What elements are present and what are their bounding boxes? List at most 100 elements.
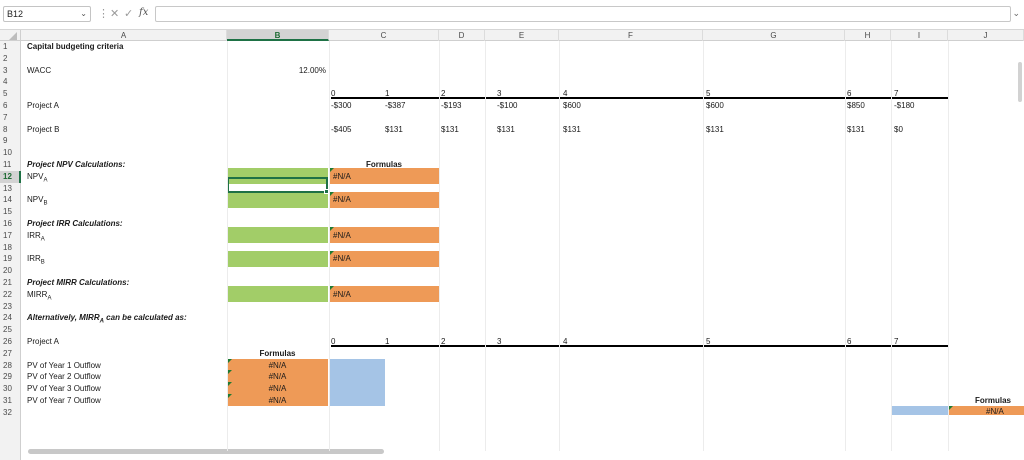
select-all-icon <box>9 32 17 40</box>
row-header-19[interactable]: 19 <box>0 253 21 265</box>
pv-formula-value-2: #N/A <box>268 372 287 382</box>
row-header-5[interactable]: 5 <box>0 88 21 100</box>
project-a-cashflow-0[interactable]: -$300 <box>331 100 351 111</box>
project-a-cashflow-5[interactable]: $600 <box>706 100 724 111</box>
column-gridline <box>485 41 486 451</box>
alt-mirr-suffix: can be calculated as: <box>103 313 187 323</box>
project-a-label: Project A <box>27 101 60 110</box>
column-header-j[interactable]: J <box>948 30 1024 41</box>
pv-label-1: PV of Year 1 Outflow <box>27 360 101 370</box>
column-header-b[interactable]: B <box>227 30 329 41</box>
row-header-18[interactable]: 18 <box>0 242 21 254</box>
project-a-cashflow-6[interactable]: $850 <box>847 100 865 111</box>
input-cell-b22[interactable] <box>227 286 328 303</box>
row-header-20[interactable]: 20 <box>0 265 21 277</box>
row-header-28[interactable]: 28 <box>0 360 21 372</box>
period-header-2-0[interactable]: 0 <box>331 336 385 347</box>
row-header-7[interactable]: 7 <box>0 112 21 124</box>
project-b-cashflow-3[interactable]: $131 <box>497 124 515 135</box>
period-header-7[interactable]: 7 <box>894 88 948 100</box>
column-gridline <box>227 41 228 451</box>
project-b-cashflow-6[interactable]: $131 <box>847 124 865 135</box>
period-header-0[interactable]: 0 <box>331 88 385 100</box>
row-header-23[interactable]: 23 <box>0 301 21 313</box>
input-cell-b19[interactable] <box>227 250 328 267</box>
project-b-cashflow-0[interactable]: -$405 <box>331 124 351 135</box>
project-a-cashflow-3[interactable]: -$100 <box>497 100 517 111</box>
select-all-corner[interactable] <box>0 30 21 41</box>
period-header-6[interactable]: 6 <box>847 88 894 100</box>
horizontal-scrollbar[interactable] <box>28 449 384 454</box>
project-a-cashflow-7[interactable]: -$180 <box>894 100 914 111</box>
period-header-2-1[interactable]: 1 <box>385 336 441 347</box>
project-b-cashflow-2[interactable]: $131 <box>441 124 459 135</box>
row-header-15[interactable]: 15 <box>0 206 21 218</box>
project-a-cashflow-2[interactable]: -$193 <box>441 100 461 111</box>
column-header-h[interactable]: H <box>845 30 891 41</box>
row-header-14[interactable]: 14 <box>0 194 21 206</box>
row-header-16[interactable]: 16 <box>0 218 21 230</box>
input-cell-b14[interactable] <box>227 191 328 208</box>
period-header-2-5[interactable]: 5 <box>706 336 847 347</box>
row-header-8[interactable]: 8 <box>0 124 21 136</box>
period-header-2-6[interactable]: 6 <box>847 336 894 347</box>
row-header-26[interactable]: 26 <box>0 336 21 348</box>
period-header-2-3[interactable]: 3 <box>497 336 563 347</box>
column-header-d[interactable]: D <box>439 30 485 41</box>
period-header-2[interactable]: 2 <box>441 88 497 100</box>
pv-formula-value-1: #N/A <box>268 360 287 370</box>
period-header-2-4[interactable]: 4 <box>563 336 706 347</box>
project-b-cashflow-7[interactable]: $0 <box>894 124 903 135</box>
row-header-2[interactable]: 2 <box>0 53 21 65</box>
wacc-value[interactable]: 12.00% <box>227 65 326 76</box>
row-header-22[interactable]: 22 <box>0 289 21 301</box>
row-header-3[interactable]: 3 <box>0 65 21 77</box>
row-header-1[interactable]: 1 <box>0 41 21 53</box>
row-header-9[interactable]: 9 <box>0 135 21 147</box>
row-header-27[interactable]: 27 <box>0 348 21 360</box>
row-header-24[interactable]: 24 <box>0 312 21 324</box>
formula-value-c12: #N/A <box>333 171 351 181</box>
irr-a-label: IRRA <box>27 230 45 243</box>
row-header-32[interactable]: 32 <box>0 407 21 419</box>
column-header-c[interactable]: C <box>329 30 439 41</box>
column-header-g[interactable]: G <box>703 30 845 41</box>
row-header-13[interactable]: 13 <box>0 183 21 195</box>
row-header-4[interactable]: 4 <box>0 76 21 88</box>
project-a-cashflow-1[interactable]: -$387 <box>385 100 405 111</box>
row-header-21[interactable]: 21 <box>0 277 21 289</box>
formula-value-c17: #N/A <box>333 230 351 240</box>
row-header-10[interactable]: 10 <box>0 147 21 159</box>
vertical-scrollbar[interactable] <box>1018 62 1022 102</box>
project-b-cashflow-1[interactable]: $131 <box>385 124 403 135</box>
project-b-cashflow-5[interactable]: $131 <box>706 124 724 135</box>
column-gridline <box>329 41 330 451</box>
output-cell-i32[interactable] <box>891 405 948 415</box>
irr-b-label-subscript: B <box>40 259 45 266</box>
period-header-1[interactable]: 1 <box>385 88 441 100</box>
period-header-4[interactable]: 4 <box>563 88 706 100</box>
column-header-a[interactable]: A <box>21 30 227 41</box>
period-header-2-2[interactable]: 2 <box>441 336 497 347</box>
column-header-i[interactable]: I <box>891 30 948 41</box>
column-header-e[interactable]: E <box>485 30 559 41</box>
column-gridline <box>703 41 704 451</box>
row-header-17[interactable]: 17 <box>0 230 21 242</box>
row-header-29[interactable]: 29 <box>0 371 21 383</box>
row-header-25[interactable]: 25 <box>0 324 21 336</box>
period-header-5[interactable]: 5 <box>706 88 847 100</box>
row-header-11[interactable]: 11 <box>0 159 21 171</box>
row-header-31[interactable]: 31 <box>0 395 21 407</box>
input-cell-b17[interactable] <box>227 227 328 244</box>
period-header-2-7[interactable]: 7 <box>894 336 948 347</box>
row-header-12[interactable]: 12 <box>0 170 21 183</box>
output-cell-c28[interactable] <box>329 358 385 406</box>
selected-cell-outline[interactable] <box>227 177 328 193</box>
row-header-30[interactable]: 30 <box>0 383 21 395</box>
column-gridline <box>845 41 846 451</box>
period-header-3[interactable]: 3 <box>497 88 563 100</box>
project-b-cashflow-4[interactable]: $131 <box>563 124 581 135</box>
column-header-f[interactable]: F <box>559 30 703 41</box>
row-header-6[interactable]: 6 <box>0 100 21 112</box>
project-a-cashflow-4[interactable]: $600 <box>563 100 581 111</box>
